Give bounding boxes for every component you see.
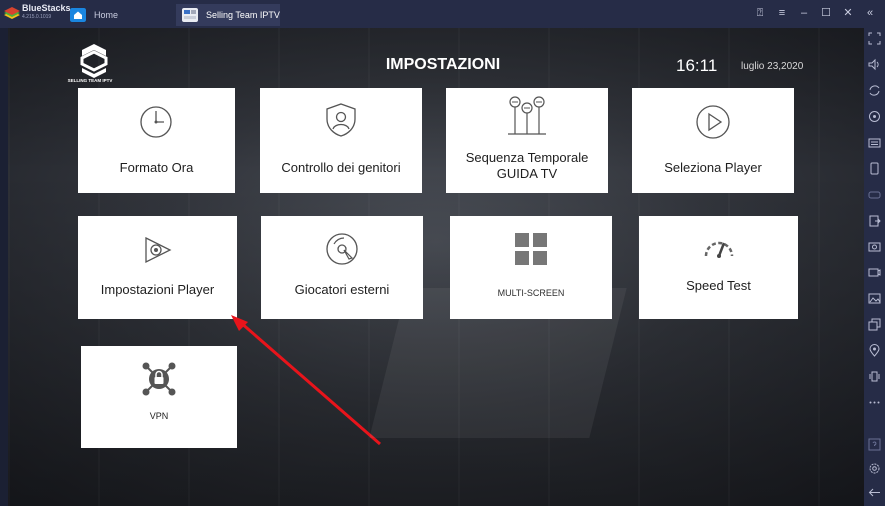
volume-icon[interactable] <box>868 58 881 71</box>
tab-home[interactable]: Home <box>66 4 166 26</box>
title-bar: BlueStacks 4.215.0.1019 Home Selling Tea… <box>0 0 885 28</box>
help-icon[interactable]: ⍰ <box>755 6 765 20</box>
more-icon[interactable] <box>868 396 881 409</box>
tab-app-label: Selling Team IPTV <box>206 10 280 20</box>
keyboard-icon[interactable] <box>868 136 881 149</box>
back-icon[interactable] <box>868 486 881 499</box>
gamepad-icon[interactable] <box>868 188 881 201</box>
right-sidebar <box>864 28 885 506</box>
help-icon[interactable] <box>868 438 881 451</box>
media-icon[interactable] <box>868 292 881 305</box>
apk-icon[interactable] <box>868 214 881 227</box>
close-icon[interactable]: ✕ <box>843 6 853 20</box>
app-screen: SELLING TEAM IPTV IMPOSTAZIONI 16:11 lug… <box>8 28 864 506</box>
screen-rotate-icon[interactable] <box>868 84 881 97</box>
iptv-app-icon <box>182 8 198 22</box>
shake-icon[interactable] <box>868 370 881 383</box>
window-controls: ⍰ ≡ – ☐ ✕ « <box>755 6 875 20</box>
app-version: 4.215.0.1019 <box>22 14 52 20</box>
phone-icon[interactable] <box>868 162 881 175</box>
copy-icon[interactable] <box>868 318 881 331</box>
settings-icon[interactable] <box>868 462 881 475</box>
maximize-icon[interactable]: ☐ <box>821 6 831 20</box>
minimize-icon[interactable]: – <box>799 6 809 20</box>
screenshot-icon[interactable] <box>868 240 881 253</box>
tab-home-label: Home <box>94 10 119 20</box>
fullscreen-icon[interactable] <box>868 32 881 45</box>
location-icon[interactable] <box>868 344 881 357</box>
bluestacks-window: BlueStacks 4.215.0.1019 Home Selling Tea… <box>0 0 885 506</box>
tab-selling-team-iptv[interactable]: Selling Team IPTV <box>176 4 280 26</box>
annotation-arrow <box>231 315 381 446</box>
menu-icon[interactable]: ≡ <box>777 6 787 20</box>
record-icon[interactable] <box>868 266 881 279</box>
eye-icon[interactable] <box>868 110 881 123</box>
bluestacks-logo-icon <box>4 7 20 19</box>
app-name: BlueStacks <box>22 3 71 13</box>
tile-label: MULTI-SCREEN <box>497 288 565 298</box>
collapse-icon[interactable]: « <box>865 6 875 20</box>
home-icon <box>70 8 86 22</box>
